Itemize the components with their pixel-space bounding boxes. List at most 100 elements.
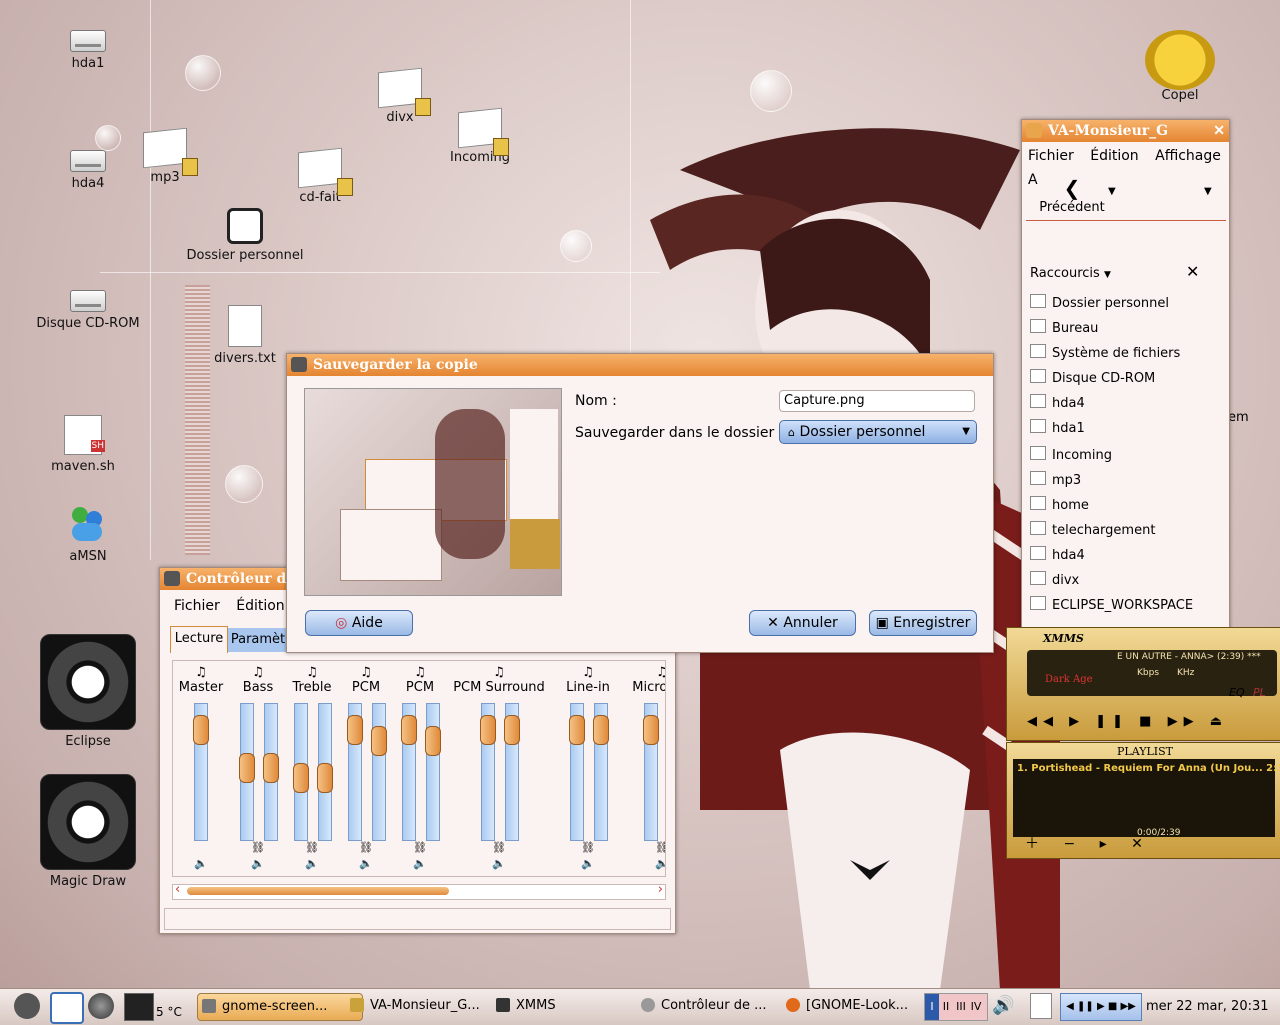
- sidebar-item[interactable]: Bureau: [1030, 319, 1098, 336]
- sidebar-close-icon[interactable]: ✕: [1186, 262, 1199, 281]
- volume-slider[interactable]: [293, 703, 309, 841]
- volume-slider[interactable]: [317, 703, 333, 841]
- volume-slider[interactable]: [569, 703, 585, 841]
- lock-channels-icon[interactable]: ⛓: [341, 841, 391, 854]
- scroll-right-arrow[interactable]: ›: [658, 882, 663, 897]
- desktop-icon-maven[interactable]: SH maven.sh: [28, 415, 138, 474]
- folder-select[interactable]: ⌂ Dossier personnel ▼: [779, 420, 977, 444]
- lock-channels-icon[interactable]: ⛓: [553, 841, 623, 854]
- slider-handle[interactable]: [371, 726, 387, 756]
- xmms-controls[interactable]: ◀◀ ▶ ❚❚ ■ ▶▶ ⏏: [1027, 714, 1228, 729]
- task-nautilus[interactable]: VA-Monsieur_G...: [346, 993, 508, 1019]
- pl-button[interactable]: PL: [1253, 686, 1266, 699]
- notes-launcher-icon[interactable]: [50, 992, 84, 1024]
- sidebar-header[interactable]: Raccourcis ▼: [1030, 266, 1111, 281]
- desktop-icon-magicdraw[interactable]: Magic Draw: [33, 774, 143, 889]
- mute-toggle-icon[interactable]: 🔈: [553, 857, 623, 870]
- desktop-icon-hda1[interactable]: hda1: [33, 30, 143, 71]
- xmms-applet[interactable]: ◀ ❚❚ ▶ ■ ▶▶: [1060, 993, 1142, 1021]
- save-dialog-titlebar[interactable]: Sauvegarder la copie: [287, 354, 993, 376]
- task-xmms[interactable]: XMMS: [492, 993, 656, 1019]
- desktop-icon-incoming[interactable]: Incoming: [425, 107, 535, 165]
- sidebar-item[interactable]: mp3: [1030, 471, 1081, 488]
- save-button[interactable]: ▣ Enregistrer: [869, 610, 977, 636]
- desktop-icon-cdfait[interactable]: cd-fait: [265, 147, 375, 205]
- slider-handle[interactable]: [293, 763, 309, 793]
- sidebar-item[interactable]: hda4: [1030, 546, 1085, 563]
- menu-fichier[interactable]: Fichier: [1028, 148, 1074, 164]
- cancel-button[interactable]: ✕ Annuler: [749, 610, 856, 636]
- workspace-3[interactable]: III: [953, 994, 969, 1020]
- desktop-icon-copel[interactable]: Copel: [1125, 30, 1235, 109]
- slider-handle[interactable]: [643, 715, 659, 745]
- volume-slider[interactable]: [593, 703, 609, 841]
- playlist-entry[interactable]: 1. Portishead - Requiem For Anna (Un Jou…: [1017, 763, 1280, 774]
- slider-handle[interactable]: [317, 763, 333, 793]
- volume-slider[interactable]: [643, 703, 659, 841]
- volume-slider[interactable]: [480, 703, 496, 841]
- menu-edition[interactable]: Édition: [236, 598, 284, 614]
- menu-fichier[interactable]: Fichier: [174, 598, 220, 614]
- sidebar-item[interactable]: hda1: [1030, 419, 1085, 436]
- terminal-launcher-icon[interactable]: [124, 993, 154, 1021]
- slider-handle[interactable]: [569, 715, 585, 745]
- weather-temperature[interactable]: 5 °C: [156, 1005, 182, 1019]
- desktop-icon-amsn[interactable]: aMSN: [33, 505, 143, 564]
- back-dropdown-icon[interactable]: ▼: [1108, 186, 1116, 197]
- volume-slider[interactable]: [504, 703, 520, 841]
- task-mixer[interactable]: Contrôleur de ...: [637, 993, 797, 1019]
- close-icon[interactable]: ✕: [1213, 120, 1225, 142]
- scroll-left-arrow[interactable]: ‹: [175, 882, 180, 897]
- help-button[interactable]: ◎ Aide: [305, 610, 413, 636]
- back-button[interactable]: ❮ Précédent: [1032, 176, 1112, 220]
- tab-parametres[interactable]: Paramèt: [228, 628, 288, 652]
- desktop-icon-home[interactable]: Dossier personnel: [185, 208, 305, 263]
- volume-slider[interactable]: [193, 703, 209, 841]
- slider-handle[interactable]: [593, 715, 609, 745]
- slider-handle[interactable]: [425, 726, 441, 756]
- nautilus-titlebar[interactable]: VA-Monsieur_G ✕: [1022, 120, 1229, 142]
- slider-handle[interactable]: [263, 753, 279, 783]
- sidebar-item[interactable]: home: [1030, 496, 1089, 513]
- volume-slider[interactable]: [371, 703, 387, 841]
- workspace-1[interactable]: I: [925, 994, 939, 1020]
- playlist-controls[interactable]: ＋ − ▸ ✕: [1025, 833, 1153, 853]
- lock-channels-icon[interactable]: ⛓: [449, 841, 549, 854]
- workspace-2[interactable]: II: [939, 994, 953, 1020]
- xmms-title[interactable]: XMMS: [1043, 632, 1084, 645]
- lock-channels-icon[interactable]: ⛓: [627, 841, 665, 854]
- volume-icon[interactable]: 🔊: [992, 995, 1014, 1016]
- filename-input[interactable]: Capture.png: [779, 390, 975, 412]
- workspace-4[interactable]: IV: [969, 994, 983, 1020]
- lock-channels-icon[interactable]: ⛓: [287, 841, 337, 854]
- sidebar-item[interactable]: Dossier personnel: [1030, 294, 1169, 311]
- volume-slider[interactable]: [425, 703, 441, 841]
- lock-channels-icon[interactable]: ⛓: [395, 841, 445, 854]
- desktop-icon-divers[interactable]: divers.txt: [190, 305, 300, 366]
- desktop-icon-eclipse[interactable]: Eclipse: [33, 634, 143, 749]
- desktop-icon-mp3[interactable]: mp3: [110, 127, 220, 185]
- slider-handle[interactable]: [347, 715, 363, 745]
- menu-edition[interactable]: Édition: [1090, 148, 1138, 164]
- mixer-scrollbar[interactable]: ‹ ›: [172, 882, 666, 900]
- desktop-icon-cdrom[interactable]: Disque CD-ROM: [33, 290, 143, 331]
- menu-affichage[interactable]: Affichage: [1155, 148, 1221, 164]
- mute-toggle-icon[interactable]: 🔈: [173, 857, 229, 870]
- slider-handle[interactable]: [239, 753, 255, 783]
- mute-toggle-icon[interactable]: 🔈: [395, 857, 445, 870]
- task-firefox[interactable]: [GNOME-Look...: [782, 993, 944, 1019]
- sidebar-item[interactable]: telechargement: [1030, 521, 1155, 538]
- volume-slider[interactable]: [239, 703, 255, 841]
- tab-lecture[interactable]: Lecture: [170, 626, 228, 653]
- volume-slider[interactable]: [263, 703, 279, 841]
- sidebar-item[interactable]: hda4: [1030, 394, 1085, 411]
- slider-handle[interactable]: [193, 715, 209, 745]
- slider-handle[interactable]: [504, 715, 520, 745]
- mute-toggle-icon[interactable]: 🔈: [449, 857, 549, 870]
- trash-icon[interactable]: [1030, 993, 1052, 1019]
- sidebar-item[interactable]: Incoming: [1030, 446, 1112, 463]
- mute-toggle-icon[interactable]: 🔈: [627, 857, 665, 870]
- slider-handle[interactable]: [401, 715, 417, 745]
- volume-slider[interactable]: [347, 703, 363, 841]
- eq-button[interactable]: EQ: [1229, 686, 1245, 699]
